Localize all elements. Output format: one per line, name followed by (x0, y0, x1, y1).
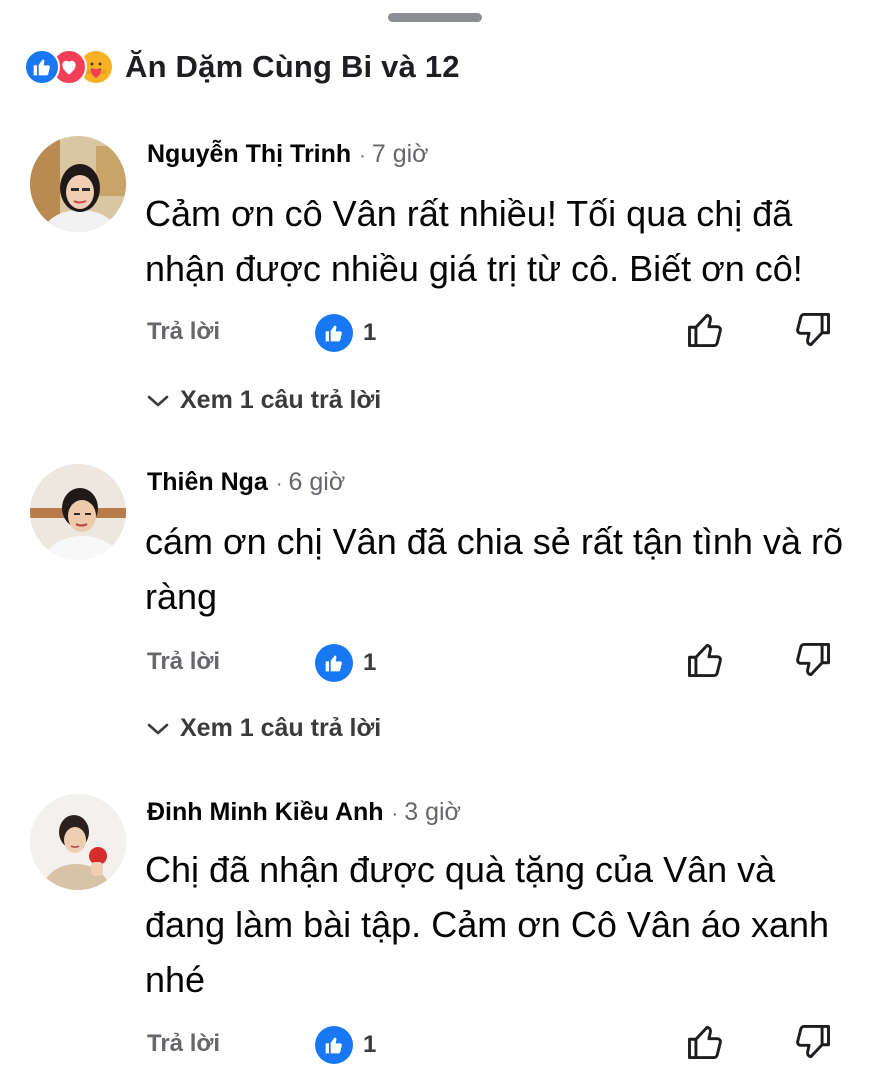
comment-like-count[interactable]: 1 (315, 644, 376, 682)
like-badge-icon (315, 1026, 353, 1064)
comment-header: Thiên Nga · 6 giờ (147, 468, 345, 497)
comment-time[interactable]: 3 giờ (404, 798, 461, 827)
thumbs-up-icon[interactable] (684, 1020, 728, 1064)
chevron-down-icon (146, 721, 170, 737)
like-count-number: 1 (363, 1031, 377, 1058)
comment-text: cám ơn chị Vân đã chia sẻ rất tận tình v… (145, 521, 843, 617)
avatar[interactable] (30, 794, 126, 890)
reactions-summary-text: Ăn Dặm Cùng Bi và 12 (125, 49, 460, 84)
sheet-drag-handle[interactable] (388, 13, 482, 22)
reaction-icons (24, 49, 114, 85)
comment-time[interactable]: 6 giờ (289, 468, 346, 497)
like-count-number: 1 (363, 319, 377, 346)
comment-author[interactable]: Thiên Nga (147, 468, 268, 497)
like-badge-icon (315, 644, 353, 682)
like-count-number: 1 (363, 649, 377, 676)
view-replies-label: Xem 1 câu trả lời (180, 714, 382, 742)
thumbs-up-icon[interactable] (684, 308, 728, 352)
comment-author[interactable]: Nguyễn Thị Trinh (147, 140, 351, 169)
comment-actions: Trả lời 1 (0, 1024, 869, 1066)
avatar[interactable] (30, 464, 126, 560)
avatar[interactable] (30, 136, 126, 232)
header-separator: · (391, 803, 399, 825)
chevron-down-icon (146, 393, 170, 409)
like-badge-icon (315, 314, 353, 352)
header-separator: · (275, 473, 283, 495)
view-replies-link[interactable]: Xem 1 câu trả lời (146, 386, 381, 415)
view-replies-link[interactable]: Xem 1 câu trả lời (146, 714, 381, 743)
comment-author[interactable]: Đinh Minh Kiều Anh (147, 798, 384, 827)
comment-like-count[interactable]: 1 (315, 1026, 376, 1064)
thumbs-down-icon[interactable] (790, 1020, 834, 1064)
comment-actions: Trả lời 1 (0, 312, 869, 354)
like-icon (24, 49, 60, 85)
comments-sheet: Ăn Dặm Cùng Bi và 12 Nguyễn Thị Trinh · … (0, 0, 869, 1086)
reply-button[interactable]: Trả lời (147, 318, 220, 346)
header-separator: · (359, 145, 366, 167)
comment-header: Đinh Minh Kiều Anh · 3 giờ (147, 798, 461, 827)
view-replies-label: Xem 1 câu trả lời (180, 386, 382, 414)
comment-like-count[interactable]: 1 (315, 314, 376, 352)
comment-time[interactable]: 7 giờ (372, 140, 429, 169)
thumbs-down-icon[interactable] (790, 308, 834, 352)
thumbs-down-icon[interactable] (790, 638, 834, 682)
comment-text: Chị đã nhận được quà tặng của Vân và đan… (145, 849, 830, 1000)
comment-header: Nguyễn Thị Trinh · 7 giờ (147, 140, 429, 169)
reactions-summary[interactable]: Ăn Dặm Cùng Bi và 12 (24, 44, 460, 90)
comment-actions: Trả lời 1 (0, 642, 869, 684)
comment-text: Cảm ơn cô Vân rất nhiều! Tối qua chị đã … (145, 193, 803, 289)
reply-button[interactable]: Trả lời (147, 648, 220, 676)
reply-button[interactable]: Trả lời (147, 1030, 220, 1058)
thumbs-up-icon[interactable] (684, 638, 728, 682)
